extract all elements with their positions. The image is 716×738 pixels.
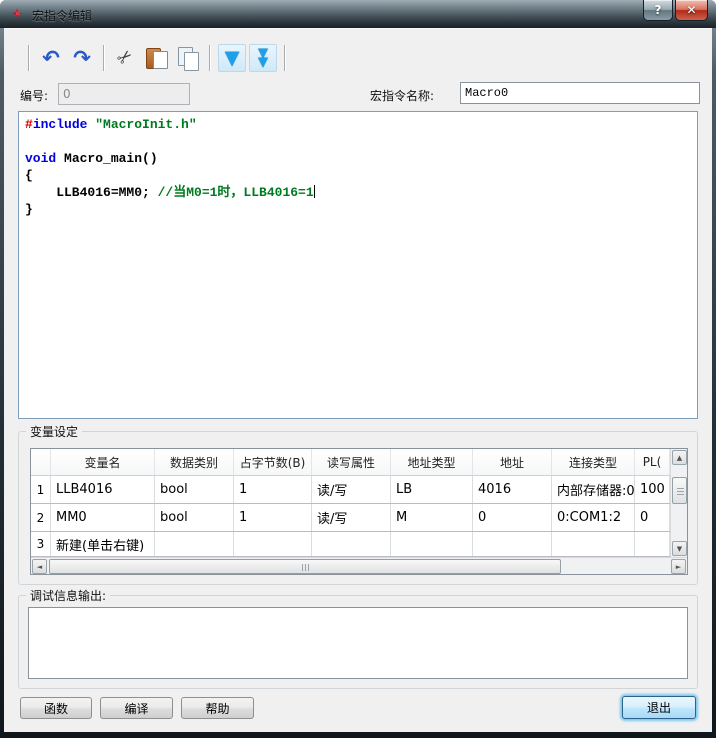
- number-label: 编号:: [20, 87, 48, 104]
- table-cell[interactable]: MM0: [51, 504, 155, 531]
- table-cell[interactable]: 0: [635, 504, 670, 531]
- table-header-cell: 数据类别: [155, 449, 234, 475]
- toolbar-separator: [103, 45, 105, 71]
- table-cell[interactable]: [155, 532, 234, 556]
- table-header-cell: 变量名: [51, 449, 155, 475]
- toolbar-separator: [28, 45, 30, 71]
- code-line: void Macro_main(): [25, 150, 697, 167]
- compile-button[interactable]: 编译: [100, 697, 173, 719]
- variables-group-title: 变量设定: [26, 423, 82, 440]
- table-header-row: 变量名数据类别占字节数(B)读写属性地址类型地址连接类型PL(: [31, 449, 670, 476]
- undo-icon[interactable]: ↶: [37, 44, 65, 72]
- table-cell[interactable]: 0:COM1:2: [552, 504, 635, 531]
- paste-icon[interactable]: [143, 44, 171, 72]
- code-line: LLB4016=MM0; //当M0=1时，LLB4016=1: [25, 184, 697, 201]
- table-row[interactable]: 2MM0bool1读/写M00:COM1:20: [31, 504, 670, 532]
- table-cell[interactable]: 读/写: [312, 504, 391, 531]
- code-editor[interactable]: #include "MacroInit.h" void Macro_main()…: [18, 111, 698, 419]
- copy-icon[interactable]: [174, 44, 202, 72]
- table-horizontal-scrollbar[interactable]: ◄ ►: [31, 557, 687, 574]
- table-cell[interactable]: [552, 532, 635, 556]
- help-icon: ?: [655, 3, 662, 17]
- table-vertical-scrollbar[interactable]: ▲ ▼: [670, 449, 687, 557]
- table-cell[interactable]: 新建(单击右键): [51, 532, 155, 556]
- table-header-cell: PL(: [635, 449, 670, 475]
- table-header-cell: 连接类型: [552, 449, 635, 475]
- table-cell[interactable]: 1: [234, 476, 312, 503]
- cut-icon[interactable]: ✂: [112, 44, 140, 72]
- table-header-cell: [31, 449, 51, 475]
- table-cell[interactable]: 0: [473, 504, 552, 531]
- table-header-cell: 占字节数(B): [234, 449, 312, 475]
- code-line: #include "MacroInit.h": [25, 116, 697, 133]
- table-cell[interactable]: bool: [155, 504, 234, 531]
- macro-editor-window: ✦✦ 宏指令编辑 ? ✕ ↶↷✂▼▼▼ 编号: 宏指令名称: #include …: [0, 0, 716, 738]
- table-header-cell: 读写属性: [312, 449, 391, 475]
- code-line: [25, 133, 697, 150]
- help-button[interactable]: 帮助: [181, 697, 254, 719]
- move-down-icon[interactable]: ▼: [218, 44, 246, 72]
- table-cell[interactable]: M: [391, 504, 473, 531]
- toolbar: ↶↷ ✂ ▼▼▼: [22, 42, 292, 74]
- table-cell[interactable]: bool: [155, 476, 234, 503]
- toolbar-separator: [284, 45, 286, 71]
- redo-icon[interactable]: ↷: [68, 44, 96, 72]
- table-cell[interactable]: 1: [31, 476, 51, 503]
- variables-table[interactable]: 变量名数据类别占字节数(B)读写属性地址类型地址连接类型PL( 1LLB4016…: [30, 448, 688, 575]
- window-title: 宏指令编辑: [32, 7, 92, 24]
- close-button[interactable]: ✕: [675, 0, 708, 21]
- help-caption-button[interactable]: ?: [643, 0, 673, 21]
- table-cell[interactable]: [391, 532, 473, 556]
- table-cell[interactable]: 1: [234, 504, 312, 531]
- table-cell[interactable]: 4016: [473, 476, 552, 503]
- horizontal-scroll-thumb[interactable]: [49, 559, 561, 574]
- macro-name-input[interactable]: [460, 82, 700, 104]
- function-button[interactable]: 函数: [20, 697, 92, 719]
- table-cell[interactable]: 3: [31, 532, 51, 556]
- table-row[interactable]: 1LLB4016bool1读/写LB4016内部存储器:0100: [31, 476, 670, 504]
- table-cell[interactable]: 100: [635, 476, 670, 503]
- move-bottom-icon[interactable]: ▼▼: [249, 44, 277, 72]
- table-cell[interactable]: [312, 532, 391, 556]
- scroll-down-icon[interactable]: ▼: [672, 541, 687, 556]
- scroll-left-icon[interactable]: ◄: [32, 559, 47, 574]
- table-cell[interactable]: [473, 532, 552, 556]
- code-line: }: [25, 201, 697, 218]
- table-cell[interactable]: LLB4016: [51, 476, 155, 503]
- debug-output-textarea[interactable]: [28, 607, 688, 679]
- titlebar[interactable]: ✦✦ 宏指令编辑 ? ✕: [0, 0, 716, 28]
- toolbar-separator: [209, 45, 211, 71]
- table-header-cell: 地址类型: [391, 449, 473, 475]
- text-caret: [314, 185, 315, 198]
- table-cell[interactable]: 读/写: [312, 476, 391, 503]
- app-icon: ✦✦: [9, 6, 25, 22]
- table-header-cell: 地址: [473, 449, 552, 475]
- exit-button[interactable]: 退出: [622, 696, 696, 719]
- paste-icon: [145, 46, 169, 70]
- scroll-up-icon[interactable]: ▲: [672, 450, 687, 465]
- debug-group-title: 调试信息输出:: [26, 587, 110, 604]
- table-cell[interactable]: 2: [31, 504, 51, 531]
- table-cell[interactable]: [635, 532, 670, 556]
- macro-name-label: 宏指令名称:: [370, 87, 434, 104]
- copy-icon: [176, 46, 200, 70]
- table-cell[interactable]: LB: [391, 476, 473, 503]
- number-input: [58, 83, 190, 105]
- close-icon: ✕: [686, 3, 696, 17]
- table-cell[interactable]: [234, 532, 312, 556]
- vertical-scroll-thumb[interactable]: [672, 477, 687, 504]
- table-cell[interactable]: 内部存储器:0: [552, 476, 635, 503]
- scroll-right-icon[interactable]: ►: [671, 559, 686, 574]
- dialog-body: ↶↷✂▼▼▼ 编号: 宏指令名称: #include "MacroInit.h"…: [4, 28, 712, 732]
- code-line: {: [25, 167, 697, 184]
- table-row[interactable]: 3新建(单击右键): [31, 532, 670, 557]
